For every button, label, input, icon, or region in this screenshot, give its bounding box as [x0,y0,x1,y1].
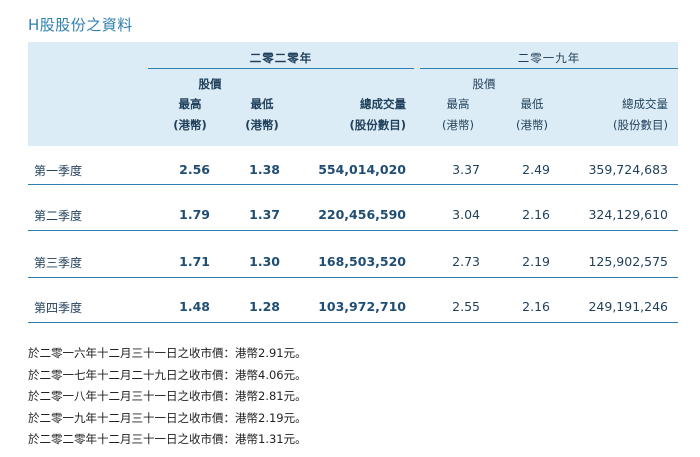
volume-unit-2019: (股份數目) [613,118,668,132]
high-2019-q1: 3.37 [452,162,480,177]
volume-2020-q4: 103,972,710 [318,299,406,314]
year-divider-2019 [420,68,678,69]
low-unit-2020: (港幣) [245,118,279,132]
low-heading-2019: 最低 [520,97,544,111]
year-divider-2020 [148,68,414,69]
low-2020-q2: 1.37 [249,207,280,222]
volume-heading-2019: 總成交量 [622,97,668,111]
volume-unit-2020: (股份數目) [349,118,406,132]
low-heading-2020: 最低 [250,97,274,111]
volume-2019-q1: 359,724,683 [588,162,668,177]
high-2019-q3: 2.73 [452,254,480,269]
low-2019-q3: 2.19 [522,254,550,269]
low-2020-q4: 1.28 [249,299,280,314]
closing-price-note: 於二零一八年十二月三十一日之收市價：港幣2.81元。 [28,389,307,403]
low-2019-q2: 2.16 [522,207,550,222]
year-heading-2019: 二零一九年 [517,51,581,65]
low-2020-q3: 1.30 [249,254,280,269]
row-label-q3: 第三季度 [34,256,83,270]
low-2020-q1: 1.38 [249,162,280,177]
closing-price-notes: 於二零一六年十二月三十一日之收市價：港幣2.91元。 於二零一七年十二月二十九日… [28,343,307,451]
row-label-q1: 第一季度 [34,164,83,178]
price-heading-2020: 股價 [198,77,222,91]
year-heading-2020: 二零二零年 [249,51,313,65]
row-divider [28,322,678,323]
high-2019-q4: 2.55 [452,299,480,314]
volume-2020-q2: 220,456,590 [318,207,406,222]
row-divider [28,184,678,185]
closing-price-note: 於二零一七年十二月二十九日之收市價：港幣4.06元。 [28,367,307,382]
high-2020-q3: 1.71 [179,254,210,269]
high-heading-2019: 最高 [446,97,470,111]
row-divider [28,230,678,231]
closing-price-note: 於二零一六年十二月三十一日之收市價：港幣2.91元。 [28,346,307,360]
high-2020-q4: 1.48 [179,299,210,314]
low-2019-q1: 2.49 [522,162,550,177]
row-label-q4: 第四季度 [34,301,83,315]
volume-2020-q1: 554,014,020 [318,162,406,177]
high-heading-2020: 最高 [178,97,202,111]
volume-2019-q2: 324,129,610 [588,207,668,222]
closing-price-note: 於二零二零年十二月三十一日之收市價：港幣1.31元。 [28,432,307,446]
volume-2019-q4: 249,191,246 [588,299,668,314]
closing-price-note: 於二零一九年十二月三十一日之收市價：港幣2.19元。 [28,410,307,425]
high-2019-q2: 3.04 [452,207,480,222]
page: H股股份之資料 二零二零年 二零一九年 股價 最高 最低 總成交量 (港幣) (… [0,0,700,457]
volume-2020-q3: 168,503,520 [318,254,406,269]
page-title: H股股份之資料 [28,16,133,34]
high-unit-2019: (港幣) [442,118,474,132]
price-heading-2019: 股價 [472,77,496,91]
row-divider [28,277,678,278]
high-2020-q1: 2.56 [179,162,210,177]
volume-heading-2020: 總成交量 [360,97,406,111]
high-2020-q2: 1.79 [179,207,210,222]
low-unit-2019: (港幣) [516,118,548,132]
row-label-q2: 第二季度 [34,209,83,223]
low-2019-q4: 2.16 [522,299,550,314]
volume-2019-q3: 125,902,575 [588,254,668,269]
high-unit-2020: (港幣) [173,118,207,132]
